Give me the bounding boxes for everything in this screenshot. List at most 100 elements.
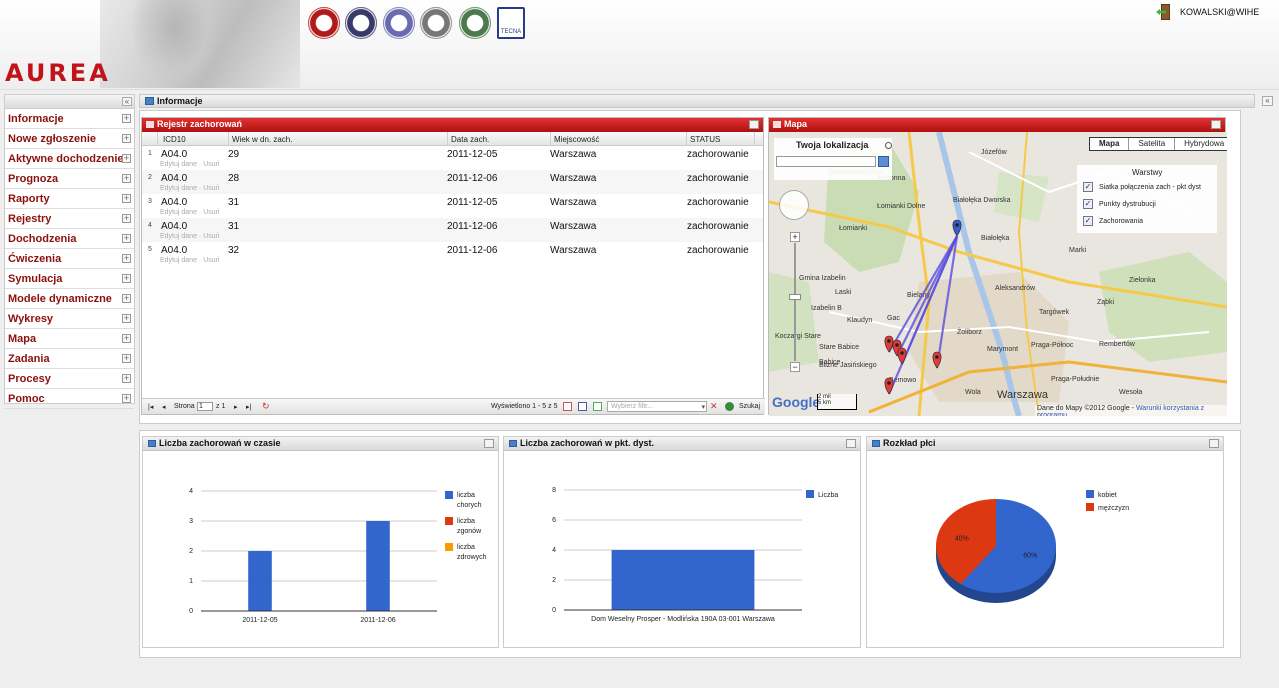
table-row[interactable]: 2 A04.0 28 2011-12-06 Warszawa zachorowanie Ed…	[142, 170, 763, 194]
expand-icon[interactable]: +	[122, 314, 131, 323]
nav-item[interactable]: Mapa +	[5, 329, 134, 349]
nav-item[interactable]: Symulacja +	[5, 269, 134, 289]
expand-icon[interactable]: +	[122, 174, 131, 183]
y-tick-label: 4	[552, 547, 556, 554]
checkbox[interactable]: ✓	[1083, 199, 1093, 209]
maximize-button[interactable]	[1209, 439, 1219, 448]
expand-icon[interactable]: +	[122, 114, 131, 123]
nav-item[interactable]: Aktywne dochodzenie +	[5, 149, 134, 169]
row-actions[interactable]: Edytuj dane · Usuń	[160, 161, 220, 168]
last-page-icon[interactable]: ▸|	[246, 403, 251, 411]
collapse-left-button[interactable]: «	[122, 97, 132, 106]
row-actions[interactable]: Edytuj dane · Usuń	[160, 209, 220, 216]
nav-item[interactable]: Ćwiczenia +	[5, 249, 134, 269]
export-csv-icon[interactable]	[578, 402, 587, 411]
table-row[interactable]: 1 A04.0 29 2011-12-05 Warszawa zachorowanie Ed…	[142, 146, 763, 170]
map-place-label: Gac	[887, 315, 900, 322]
zoom-in-button[interactable]: +	[790, 232, 800, 242]
location-search-icon[interactable]	[878, 156, 889, 167]
nav-item[interactable]: Procesy +	[5, 369, 134, 389]
table-row[interactable]: 3 A04.0 31 2011-12-05 Warszawa zachorowanie Ed…	[142, 194, 763, 218]
layers-title: Warstwy	[1132, 168, 1163, 177]
row-actions[interactable]: Edytuj dane · Usuń	[160, 257, 220, 264]
checkbox[interactable]: ✓	[1083, 216, 1093, 226]
grid-header: ICD10 Wiek w dn. zach. Data zach. Miejsc…	[142, 132, 763, 146]
zoom-slider[interactable]	[789, 294, 801, 300]
nav-item[interactable]: Wykresy +	[5, 309, 134, 329]
expand-icon[interactable]: +	[122, 234, 131, 243]
maximize-button[interactable]	[749, 120, 759, 129]
chart-title: Liczba zachorowań w czasie	[159, 438, 281, 448]
clear-filter-icon[interactable]: ✕	[710, 401, 718, 412]
map-place-label: Józefów	[981, 149, 1008, 156]
cell-date: 2011-12-05	[447, 197, 498, 208]
zoom-track[interactable]	[794, 243, 796, 361]
registry-title: Rejestr zachorowań	[157, 119, 243, 129]
distribution-chart: 0 2 4 6 8 Dom Weselny Prosper - Modlińska 190…	[552, 487, 838, 623]
nav-item[interactable]: Nowe zgłoszenie +	[5, 129, 134, 149]
nav-item[interactable]: Prognoza +	[5, 169, 134, 189]
row-actions[interactable]: Edytuj dane · Usuń	[160, 185, 220, 192]
search-icon[interactable]	[725, 402, 734, 411]
expand-icon[interactable]: +	[122, 274, 131, 283]
row-actions[interactable]: Edytuj dane · Usuń	[160, 233, 220, 240]
expand-icon[interactable]: +	[122, 154, 131, 163]
table-row[interactable]: 5 A04.0 32 2011-12-06 Warszawa zachorowanie Ed…	[142, 242, 763, 266]
map-canvas[interactable]: JózefówJabłonnaBiałołęka DworskaŁomianki…	[769, 132, 1227, 416]
layer-cases[interactable]: ✓ Zachorowania	[1083, 216, 1143, 226]
nav-item[interactable]: Dochodzenia +	[5, 229, 134, 249]
map-type-satellite[interactable]: Satelita	[1129, 138, 1176, 150]
map-type-map[interactable]: Mapa	[1090, 138, 1130, 150]
location-input[interactable]	[776, 156, 876, 167]
col-icd10[interactable]: ICD10	[163, 135, 186, 144]
col-age[interactable]: Wiek w dn. zach.	[232, 135, 292, 144]
expand-icon[interactable]: +	[122, 374, 131, 383]
maximize-button[interactable]	[484, 439, 494, 448]
expand-icon[interactable]: +	[122, 134, 131, 143]
table-row[interactable]: 4 A04.0 31 2011-12-06 Warszawa zachorowanie Ed…	[142, 218, 763, 242]
map-type-hybrid[interactable]: Hybrydowa	[1175, 138, 1227, 150]
col-status[interactable]: STATUS	[690, 135, 720, 144]
expand-icon[interactable]: +	[122, 194, 131, 203]
logout-icon[interactable]	[1156, 4, 1172, 20]
pan-control-icon[interactable]	[779, 190, 809, 220]
expand-icon[interactable]: +	[122, 394, 131, 403]
nav-item-label: Raporty	[8, 192, 50, 205]
search-button[interactable]: Szukaj	[739, 403, 760, 410]
cell-icd10: A04.0	[161, 221, 188, 232]
expand-icon[interactable]: +	[122, 294, 131, 303]
col-city[interactable]: Miejscowość	[554, 135, 599, 144]
next-page-icon[interactable]: ▸	[234, 403, 238, 411]
page-input[interactable]: 1	[197, 402, 213, 411]
legend-label: kobiet	[1098, 492, 1117, 499]
nav-item[interactable]: Pomoc +	[5, 389, 134, 409]
prev-page-icon[interactable]: ◂	[162, 403, 166, 411]
nav-item[interactable]: Raporty +	[5, 189, 134, 209]
export-pdf-icon[interactable]	[563, 402, 572, 411]
maximize-button[interactable]	[1211, 120, 1221, 129]
case-marker-dot	[887, 339, 891, 343]
checkbox[interactable]: ✓	[1083, 182, 1093, 192]
filter-select[interactable]: Wybierz filtr... ▾	[607, 401, 707, 412]
expand-icon[interactable]: +	[122, 214, 131, 223]
col-date[interactable]: Data zach.	[451, 135, 489, 144]
export-xls-icon[interactable]	[593, 402, 602, 411]
zoom-out-button[interactable]: −	[790, 362, 800, 372]
nav-item[interactable]: Rejestry +	[5, 209, 134, 229]
maximize-button[interactable]	[846, 439, 856, 448]
legend-label: liczba	[457, 544, 475, 551]
cell-status: zachorowanie	[687, 245, 749, 256]
geolocation-radio[interactable]	[885, 142, 892, 149]
expand-icon[interactable]: +	[122, 334, 131, 343]
nav-item[interactable]: Informacje +	[5, 109, 134, 129]
refresh-icon[interactable]: ↻	[262, 401, 270, 412]
nav-item[interactable]: Modele dynamiczne +	[5, 289, 134, 309]
layer-distribution-points[interactable]: ✓ Punkty dystrubucji	[1083, 199, 1156, 209]
first-page-icon[interactable]: |◂	[148, 403, 153, 411]
nav-item[interactable]: Zadania +	[5, 349, 134, 369]
layer-grid[interactable]: ✓ Siatka połączenia zach - pkt dyst	[1083, 182, 1201, 192]
collapse-right-button[interactable]: «	[1262, 96, 1273, 106]
expand-icon[interactable]: +	[122, 354, 131, 363]
wihe-logo: WIHE	[308, 7, 340, 39]
expand-icon[interactable]: +	[122, 254, 131, 263]
